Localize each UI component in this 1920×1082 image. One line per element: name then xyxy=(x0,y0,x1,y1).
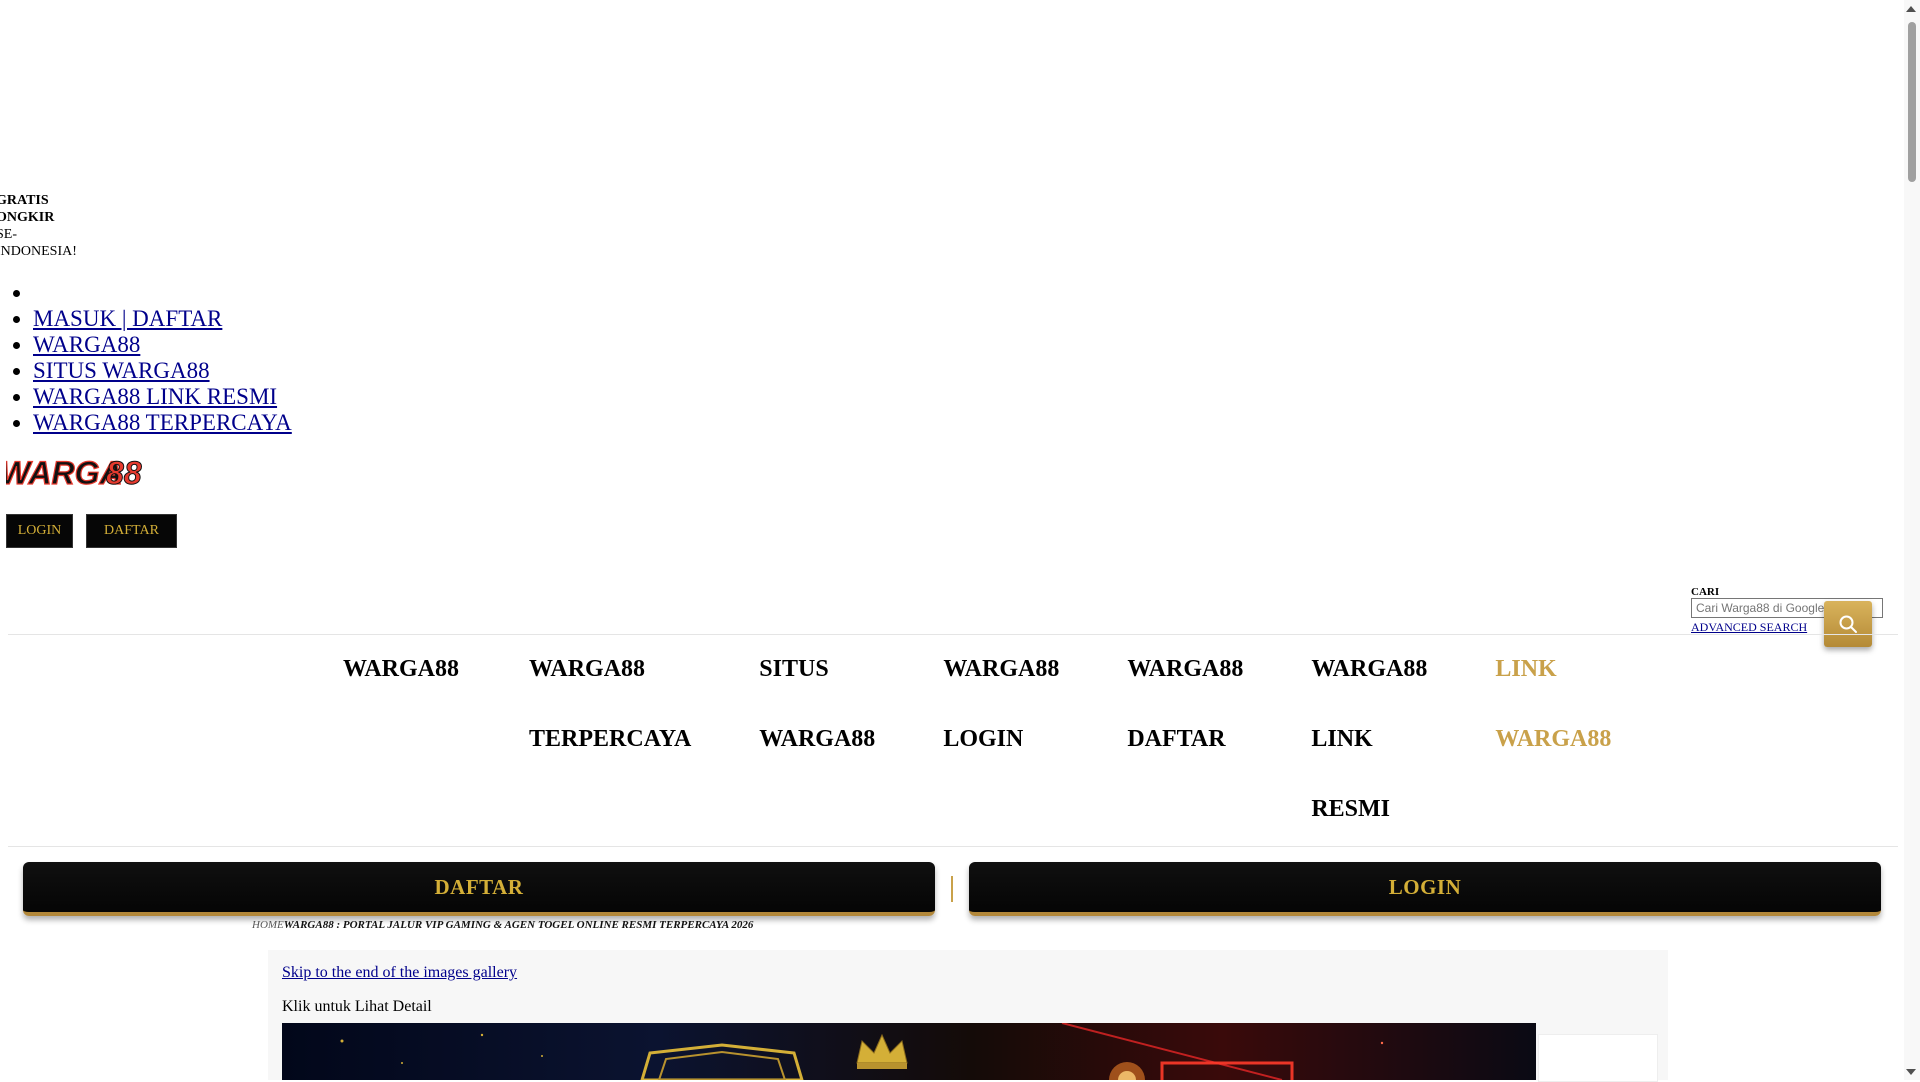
scroll-up-icon[interactable] xyxy=(1906,6,1916,12)
main-nav-label: WARGA88 xyxy=(1127,656,1244,682)
promo-line: SE- xyxy=(0,227,17,242)
top-menu-item: SITUS WARGA88 xyxy=(33,358,292,384)
main-nav-label: SITUS xyxy=(759,656,829,682)
main-nav-item-terpercaya[interactable]: WARGA88 TERPERCAYA xyxy=(477,634,709,844)
main-nav-item-login[interactable]: WARGA88 LOGIN xyxy=(893,634,1077,844)
main-nav: WARGA88 WARGA88 TERPERCAYA SITUS WARGA88… xyxy=(325,634,1629,844)
site-logo-graphic: WARGA 88 xyxy=(0,454,142,491)
promo-line: GRATIS xyxy=(0,193,49,208)
main-nav-label: TERPERCAYA xyxy=(529,726,692,752)
gallery-caption: Klik untuk Lihat Detail xyxy=(282,998,432,1015)
top-menu-link-situs-warga88[interactable]: SITUS WARGA88 xyxy=(33,358,210,383)
main-nav-label: WARGA88 xyxy=(1311,656,1428,682)
top-menu-item: WARGA88 LINK RESMI xyxy=(33,384,292,410)
scrollbar-thumb[interactable] xyxy=(1908,22,1916,182)
login-button[interactable]: LOGIN xyxy=(6,514,73,548)
search-label: CARI xyxy=(1691,586,1720,598)
promo-line: ONGKIR xyxy=(0,210,55,225)
daftar-cta-button[interactable]: DAFTAR xyxy=(23,862,935,916)
scroll-down-icon[interactable] xyxy=(1906,1069,1916,1075)
promo-line: INDONESIA! xyxy=(0,244,77,259)
nav-divider-bottom xyxy=(8,846,1898,847)
top-menu-item: MASUK | DAFTAR xyxy=(33,306,292,332)
breadcrumb-home[interactable]: HOME xyxy=(252,919,284,931)
main-nav-label: LOGIN xyxy=(943,726,1024,752)
cta-separator xyxy=(951,876,953,902)
main-nav-label: WARGA88 xyxy=(943,656,1060,682)
main-nav-item-link-warga88[interactable]: LINK WARGA88 xyxy=(1445,634,1629,844)
main-nav-label: DAFTAR xyxy=(1127,726,1226,752)
main-nav-label: WARGA88 xyxy=(759,726,876,752)
search-icon xyxy=(1839,615,1857,633)
crown-icon xyxy=(856,1033,908,1069)
product-gallery: Skip to the end of the images gallery Kl… xyxy=(268,950,1668,1082)
top-menu-link-masuk-daftar[interactable]: MASUK | DAFTAR xyxy=(33,306,222,331)
main-nav-item-link-resmi[interactable]: WARGA88 LINK RESMI xyxy=(1261,634,1445,844)
breadcrumb: HOMEWARGA88 : PORTAL JALUR VIP GAMING & … xyxy=(252,919,753,931)
top-menu-link-link-resmi[interactable]: WARGA88 LINK RESMI xyxy=(33,384,277,409)
top-menu: MASUK | DAFTAR WARGA88 SITUS WARGA88 WAR… xyxy=(0,280,292,436)
main-nav-label: WARGA88 xyxy=(343,656,460,682)
site-logo[interactable]: WARGA 88 xyxy=(0,452,146,492)
main-nav-item-daftar[interactable]: WARGA88 DAFTAR xyxy=(1077,634,1261,844)
main-nav-label: LINK xyxy=(1495,656,1557,682)
main-nav-item-warga88[interactable]: WARGA88 xyxy=(325,634,477,844)
main-nav-label: RESMI xyxy=(1311,796,1391,822)
daftar-button[interactable]: DAFTAR xyxy=(86,514,177,548)
top-menu-item: WARGA88 xyxy=(33,332,292,358)
main-nav-item-situs-warga88[interactable]: SITUS WARGA88 xyxy=(709,634,893,844)
top-menu-link-terpercaya[interactable]: WARGA88 TERPERCAYA xyxy=(33,410,292,435)
svg-text:88: 88 xyxy=(106,455,142,491)
breadcrumb-current: WARGA88 : PORTAL JALUR VIP GAMING & AGEN… xyxy=(283,919,754,931)
top-menu-item: WARGA88 TERPERCAYA xyxy=(33,410,292,436)
top-menu-link-warga88[interactable]: WARGA88 xyxy=(33,332,140,357)
top-menu-empty-item xyxy=(33,280,292,306)
banner-graphic xyxy=(340,1023,1384,1080)
gallery-thumbnail[interactable] xyxy=(1538,1034,1658,1082)
promo-text: GRATIS ONGKIR SE- INDONESIA! xyxy=(0,192,110,260)
login-cta-button[interactable]: LOGIN xyxy=(969,862,1881,916)
skip-gallery-link[interactable]: Skip to the end of the images gallery xyxy=(282,964,517,982)
main-nav-label: LINK xyxy=(1311,726,1373,752)
main-nav-label: WARGA88 xyxy=(1495,726,1612,752)
search-button[interactable] xyxy=(1824,601,1872,647)
gallery-main-image[interactable] xyxy=(282,1023,1536,1080)
main-nav-label: WARGA88 xyxy=(529,656,646,682)
